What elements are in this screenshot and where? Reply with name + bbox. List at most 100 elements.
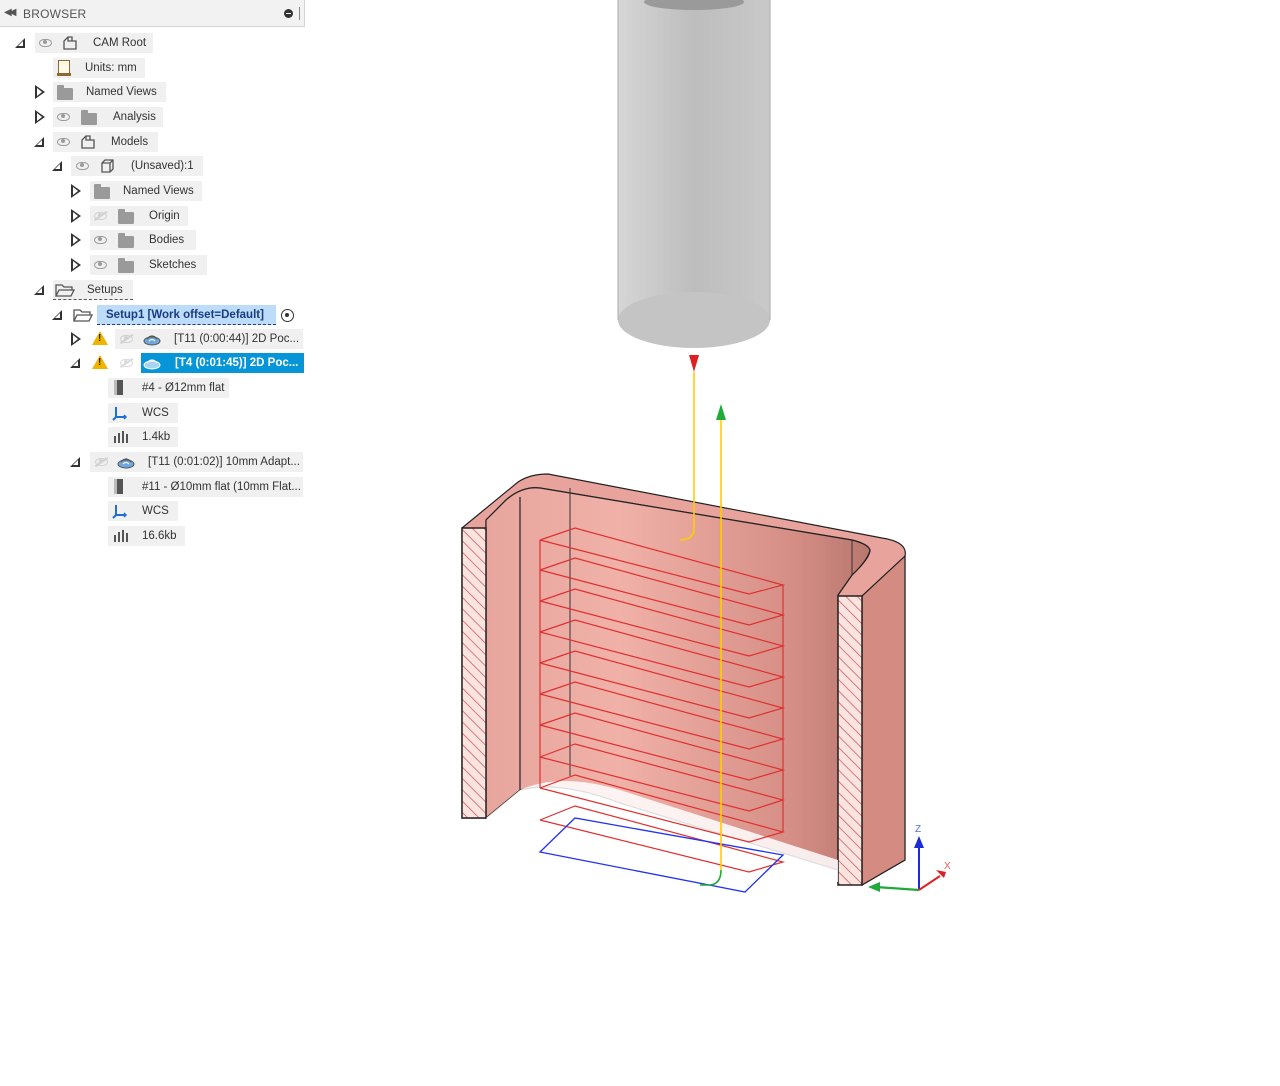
tree-label: CAM Root <box>93 37 147 49</box>
tree-label: Units: mm <box>85 62 137 74</box>
warning-icon <box>92 331 108 345</box>
collapse-triangle-icon[interactable] <box>35 85 45 99</box>
nc-program-icon <box>114 431 128 443</box>
tree-node-operation-2[interactable]: [T4 (0:01:45)] 2D Poc... <box>0 352 305 374</box>
tool-icon <box>114 380 123 395</box>
tree-node-cam-root[interactable]: CAM Root <box>0 32 305 54</box>
tool-icon <box>114 479 123 494</box>
viewport-canvas[interactable]: Z X <box>305 0 1280 1086</box>
setup-icon <box>73 309 93 322</box>
cutting-tool[interactable] <box>617 0 771 348</box>
tree-label: #11 - Ø10mm flat (10mm Flat... <box>142 481 301 493</box>
tree-label: Origin <box>149 210 180 222</box>
tree-node-op3-nc[interactable]: 16.6kb <box>0 525 305 547</box>
tree-node-named-views[interactable]: Named Views <box>0 81 305 103</box>
models-icon <box>81 135 95 149</box>
tree-label: [T11 (0:01:02)] 10mm Adapt... <box>148 456 300 468</box>
folder-icon <box>118 233 134 248</box>
3d-viewport[interactable]: Z X <box>305 0 1280 1086</box>
tree-node-origin[interactable]: Origin <box>0 205 305 227</box>
collapse-triangle-icon[interactable] <box>71 209 81 223</box>
expand-triangle-icon[interactable] <box>52 310 62 320</box>
eye-icon[interactable] <box>57 138 70 146</box>
tree-node-unsaved[interactable]: (Unsaved):1 <box>0 155 305 177</box>
tree-label: 16.6kb <box>142 530 177 542</box>
eye-icon[interactable] <box>94 261 107 269</box>
tree-label: Setups <box>87 283 123 296</box>
collapse-triangle-icon[interactable] <box>71 258 81 272</box>
tree-node-models[interactable]: Models <box>0 131 305 153</box>
tree-label: #4 - Ø12mm flat <box>142 382 225 394</box>
eye-hidden-icon[interactable] <box>120 359 133 367</box>
pocket-operation-icon <box>143 359 161 370</box>
expand-triangle-icon[interactable] <box>70 358 80 368</box>
tree-label: Setup1 [Work offset=Default] <box>106 308 264 321</box>
eye-icon[interactable] <box>39 39 52 47</box>
tree-node-units[interactable]: Units: mm <box>0 57 305 79</box>
tree-node-analysis[interactable]: Analysis <box>0 106 305 128</box>
tree-label: (Unsaved):1 <box>131 160 194 172</box>
warning-icon <box>92 355 108 369</box>
eye-hidden-icon[interactable] <box>120 335 133 343</box>
eye-icon[interactable] <box>76 162 89 170</box>
tree-label: Bodies <box>149 234 185 246</box>
collapse-triangle-icon[interactable] <box>35 110 45 124</box>
adaptive-operation-icon <box>117 458 135 469</box>
pin-icon[interactable] <box>284 9 293 18</box>
browser-title: BROWSER <box>23 7 87 21</box>
expand-triangle-icon[interactable] <box>52 161 62 171</box>
tree-node-op2-tool[interactable]: #4 - Ø12mm flat <box>0 377 305 399</box>
collapse-triangle-icon[interactable] <box>71 233 81 247</box>
collapse-triangle-icon[interactable] <box>71 184 81 198</box>
expand-triangle-icon[interactable] <box>70 457 80 467</box>
tree-label: WCS <box>142 407 169 419</box>
tree-label: Sketches <box>149 259 197 271</box>
tree-node-op2-wcs[interactable]: WCS <box>0 402 305 424</box>
tree-label: Models <box>111 136 149 148</box>
expand-triangle-icon[interactable] <box>34 285 44 295</box>
eye-icon[interactable] <box>57 113 70 121</box>
folder-icon <box>57 85 73 100</box>
expand-triangle-icon[interactable] <box>34 137 44 147</box>
browser-header: ◀◀ BROWSER <box>0 0 305 27</box>
folder-icon <box>81 110 97 125</box>
component-icon <box>101 159 114 173</box>
folder-icon <box>118 209 134 224</box>
document-icon <box>57 60 71 76</box>
tree-node-operation-1[interactable]: [T11 (0:00:44)] 2D Poc... <box>0 328 305 350</box>
wcs-icon <box>112 505 128 519</box>
tree-node-setup1[interactable]: Setup1 [Work offset=Default] <box>0 304 305 326</box>
tree-label: Named Views <box>123 185 194 197</box>
tree-label: 1.4kb <box>142 431 171 443</box>
tree-label: WCS <box>142 505 169 517</box>
tree-label: [T11 (0:00:44)] 2D Poc... <box>174 333 300 345</box>
tree-node-sketches[interactable]: Sketches <box>0 254 305 276</box>
collapse-triangle-icon[interactable] <box>71 332 81 346</box>
tree-node-op2-nc[interactable]: 1.4kb <box>0 426 305 448</box>
pocket-operation-icon <box>143 335 161 346</box>
tree-node-operation-3[interactable]: [T11 (0:01:02)] 10mm Adapt... <box>0 451 305 473</box>
collapse-panel-icon[interactable]: ◀◀ <box>4 7 17 18</box>
eye-hidden-icon[interactable] <box>94 212 107 220</box>
setups-folder-icon <box>55 284 75 297</box>
tree-node-model-named-views[interactable]: Named Views <box>0 180 305 202</box>
tree-label: [T4 (0:01:45)] 2D Poc... <box>175 357 299 369</box>
part-body[interactable] <box>461 473 906 887</box>
eye-icon[interactable] <box>94 236 107 244</box>
folder-icon <box>94 184 110 199</box>
expand-triangle-icon[interactable] <box>15 38 25 48</box>
tree-label: Named Views <box>86 86 157 98</box>
tree-node-setups[interactable]: Setups <box>0 279 305 301</box>
active-setup-radio-icon[interactable] <box>281 309 294 322</box>
panel-grip-icon[interactable] <box>299 7 300 20</box>
tree-label: Analysis <box>113 111 156 123</box>
wcs-icon <box>112 407 128 421</box>
tree-node-bodies[interactable]: Bodies <box>0 229 305 251</box>
cam-root-icon <box>63 36 77 50</box>
folder-icon <box>118 258 134 273</box>
eye-hidden-icon[interactable] <box>95 458 108 466</box>
tree-node-op3-tool[interactable]: #11 - Ø10mm flat (10mm Flat... <box>0 476 305 498</box>
nc-program-icon <box>114 530 128 542</box>
z-axis-label: Z <box>915 824 921 835</box>
tree-node-op3-wcs[interactable]: WCS <box>0 500 305 522</box>
